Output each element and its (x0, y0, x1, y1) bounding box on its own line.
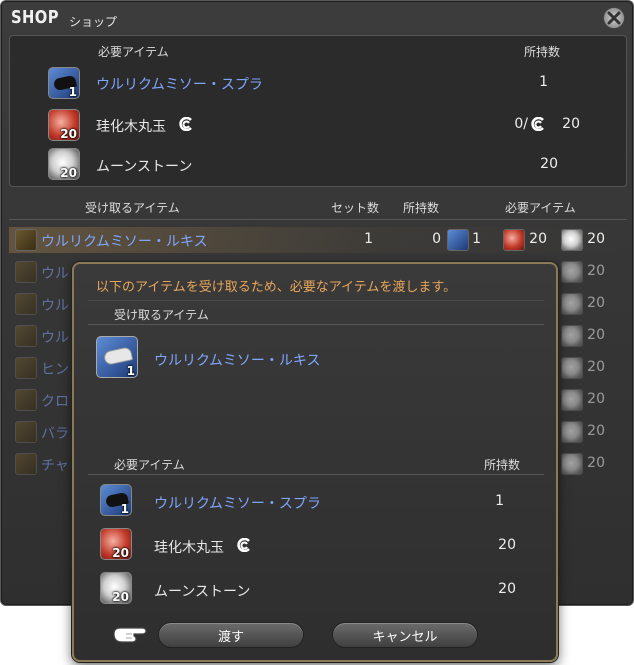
list-item-name: クロ (41, 394, 69, 410)
weapon-icon: 1 (100, 484, 132, 516)
required-item-owned: 0/ (514, 116, 528, 132)
item-icon (15, 261, 37, 283)
receive-items-header: 受け取るアイテム (85, 201, 180, 215)
collectable-icon (531, 117, 544, 131)
set-count-header: セット数 (331, 201, 380, 215)
title-bar: SHOP ショップ (1, 1, 633, 35)
list-req3: 20 (587, 263, 605, 279)
dialog-owned-header: 所持数 (484, 458, 521, 472)
moonstone-icon (561, 229, 583, 251)
dialog-required-name: ウルリクムミソー・スプラ (154, 496, 321, 512)
dialog-required-name: ムーンストーン (154, 584, 251, 600)
moonstone-icon: 20 (48, 148, 80, 180)
divider (88, 324, 544, 325)
dialog-required-row[interactable]: 20 ムーンストーン 20 (100, 572, 540, 610)
moonstone-icon (561, 357, 583, 379)
moonstone-icon (561, 261, 583, 283)
divider (88, 474, 544, 475)
dialog-required-owned: 20 (498, 581, 516, 597)
red-gem-icon: 20 (100, 528, 132, 560)
list-item-name: チャ (41, 458, 69, 474)
dialog-required-owned: 20 (498, 537, 516, 553)
required-item-owned-collectable: 20 (562, 116, 580, 132)
list-item-set-count: 1 (364, 231, 373, 247)
list-item-name: ヒン (41, 362, 69, 378)
item-icon (15, 325, 37, 347)
item-icon (15, 357, 37, 379)
required-items-panel: 必要アイテム 所持数 1 ウルリクムミソー・スプラ 1 20 珪化木丸玉 0/ (9, 35, 627, 187)
list-req3: 20 (587, 455, 605, 471)
list-req2: 20 (529, 231, 547, 247)
list-owned-header: 所持数 (403, 201, 440, 215)
required-item-name: ムーンストーン (96, 159, 193, 175)
item-icon (15, 389, 37, 411)
owned-header: 所持数 (524, 45, 561, 59)
list-req3: 20 (587, 359, 605, 375)
divider (9, 219, 627, 220)
weapon-icon: 1 (48, 67, 80, 99)
window-title: SHOP (11, 7, 59, 28)
required-item-name: ウルリクムミソー・スプラ (96, 77, 263, 93)
weapon-icon (447, 229, 469, 251)
list-req3: 20 (587, 391, 605, 407)
item-icon (15, 421, 37, 443)
required-item-owned: 20 (540, 156, 558, 172)
list-req1: 1 (472, 231, 481, 247)
required-item-row[interactable]: 1 ウルリクムミソー・スプラ 1 (48, 64, 618, 102)
close-button[interactable] (603, 7, 625, 29)
list-req3: 20 (587, 327, 605, 343)
list-req3: 20 (587, 295, 605, 311)
confirm-dialog: 以下のアイテムを受け取るため、必要なアイテムを渡します。 受け取るアイテム 1 … (72, 262, 558, 662)
dialog-required-name: 珪化木丸玉 (154, 540, 224, 556)
item-icon (15, 453, 37, 475)
red-gem-icon: 20 (48, 109, 80, 141)
required-item-row[interactable]: 20 珪化木丸玉 0/ 20 (48, 106, 618, 144)
item-icon (15, 293, 37, 315)
moonstone-icon: 20 (100, 572, 132, 604)
pointer-hand-icon (113, 627, 147, 643)
dialog-required-row[interactable]: 20 珪化木丸玉 20 (100, 528, 540, 566)
list-item-name: ウルリクムミソー・ルキス (41, 234, 208, 250)
dialog-message: 以下のアイテムを受け取るため、必要なアイテムを渡します。 (96, 280, 457, 295)
list-item-owned: 0 (432, 231, 441, 247)
required-item-owned: 1 (539, 74, 548, 90)
list-item-name: バラ (41, 426, 69, 442)
list-item-name: ウル (41, 298, 69, 314)
close-icon (607, 11, 621, 25)
list-required-header: 必要アイテム (505, 201, 576, 215)
divider (88, 300, 544, 301)
required-items-header: 必要アイテム (98, 45, 169, 59)
moonstone-icon (561, 293, 583, 315)
window-subtitle: ショップ (69, 15, 118, 29)
list-req3: 20 (587, 231, 605, 247)
moonstone-icon (561, 453, 583, 475)
dialog-required-owned: 1 (495, 493, 504, 509)
red-gem-icon (503, 229, 525, 251)
collectable-icon (179, 117, 192, 131)
moonstone-icon (561, 421, 583, 443)
list-item-name: ウル (41, 330, 69, 346)
dialog-receive-header: 受け取るアイテム (114, 308, 209, 322)
receive-item-icon[interactable]: 1 (96, 336, 138, 378)
moonstone-icon (561, 389, 583, 411)
receive-item-name: ウルリクムミソー・ルキス (154, 353, 321, 369)
confirm-button[interactable]: 渡す (158, 622, 304, 648)
moonstone-icon (561, 325, 583, 347)
list-req3: 20 (587, 423, 605, 439)
list-item-selected[interactable]: ウルリクムミソー・ルキス 1 0 1 20 20 (9, 227, 627, 253)
dialog-required-row[interactable]: 1 ウルリクムミソー・スプラ 1 (100, 484, 540, 522)
required-item-row[interactable]: 20 ムーンストーン 20 (48, 148, 618, 186)
cancel-button[interactable]: キャンセル (332, 622, 478, 648)
collectable-icon (237, 538, 250, 552)
list-item-name: ウル (41, 266, 69, 282)
required-item-name: 珪化木丸玉 (96, 119, 166, 135)
saw-icon (15, 229, 37, 251)
dialog-required-header: 必要アイテム (114, 458, 185, 472)
